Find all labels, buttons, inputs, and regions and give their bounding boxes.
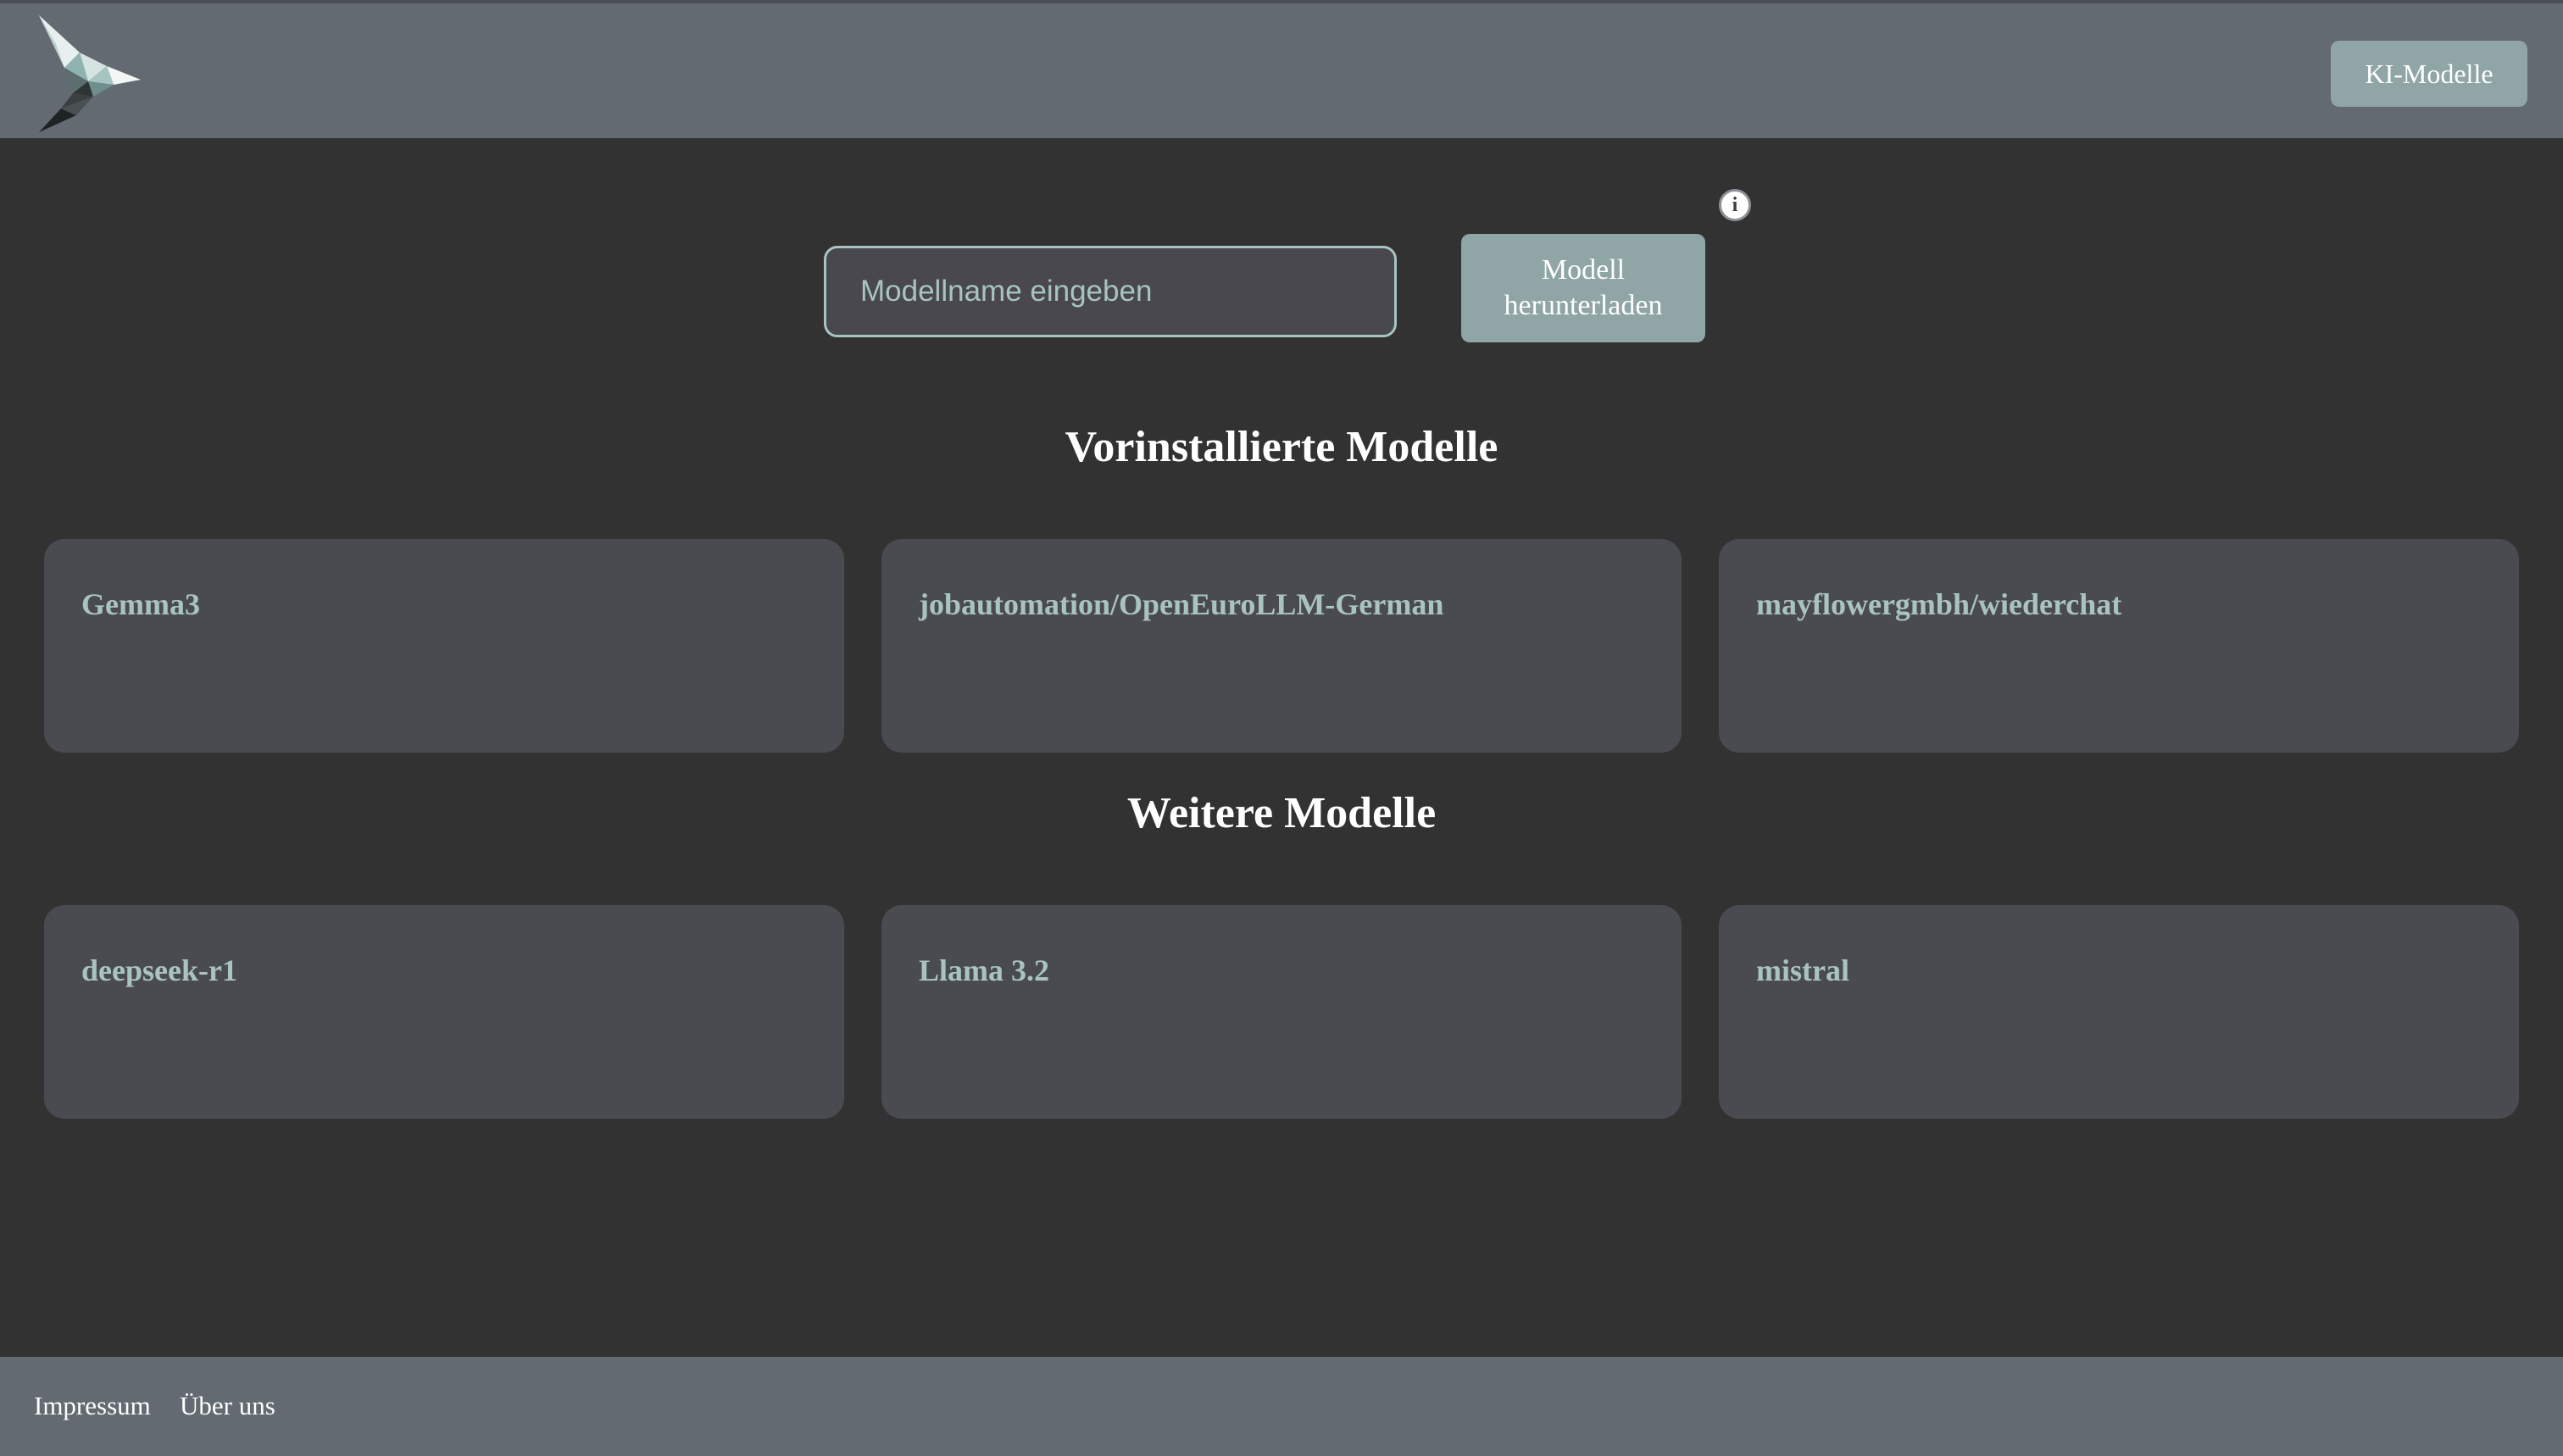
model-card-label: Gemma3	[81, 587, 200, 621]
model-card-gemma3[interactable]: Gemma3	[44, 539, 844, 753]
top-bar: KI-Modelle	[0, 0, 2563, 138]
model-card-label: Llama 3.2	[919, 953, 1050, 987]
footer: Impressum Über uns	[0, 1357, 2563, 1456]
model-card-label: deepseek-r1	[81, 953, 237, 987]
preinstalled-models-title: Vorinstallierte Modelle	[1065, 423, 1498, 471]
download-model-button[interactable]: Modell herunterladen	[1461, 234, 1705, 342]
download-label-line1: Modell	[1541, 254, 1626, 286]
download-button-label: Modell herunterladen	[1504, 253, 1663, 324]
ki-modelle-nav-button[interactable]: KI-Modelle	[2331, 41, 2527, 107]
paper-plane-logo-icon[interactable]	[39, 15, 144, 132]
model-card-label: mistral	[1756, 953, 1849, 987]
model-name-input[interactable]	[824, 246, 1397, 337]
model-card-mistral[interactable]: mistral	[1719, 905, 2519, 1119]
info-icon[interactable]: i	[1719, 189, 1751, 221]
model-card-wiederchat[interactable]: mayflowergmbh/wiederchat	[1719, 539, 2519, 753]
model-card-llama-3-2[interactable]: Llama 3.2	[881, 905, 1682, 1119]
model-card-openeurollm-german[interactable]: jobautomation/OpenEuroLLM-German	[881, 539, 1682, 753]
footer-link-impressum[interactable]: Impressum	[34, 1391, 151, 1421]
model-card-label: mayflowergmbh/wiederchat	[1756, 587, 2122, 621]
model-card-deepseek-r1[interactable]: deepseek-r1	[44, 905, 844, 1119]
footer-link-ueber-uns[interactable]: Über uns	[180, 1391, 275, 1421]
download-label-line2: herunterladen	[1504, 290, 1663, 321]
model-card-label: jobautomation/OpenEuroLLM-German	[919, 587, 1444, 621]
more-models-title: Weitere Modelle	[1126, 789, 1437, 837]
